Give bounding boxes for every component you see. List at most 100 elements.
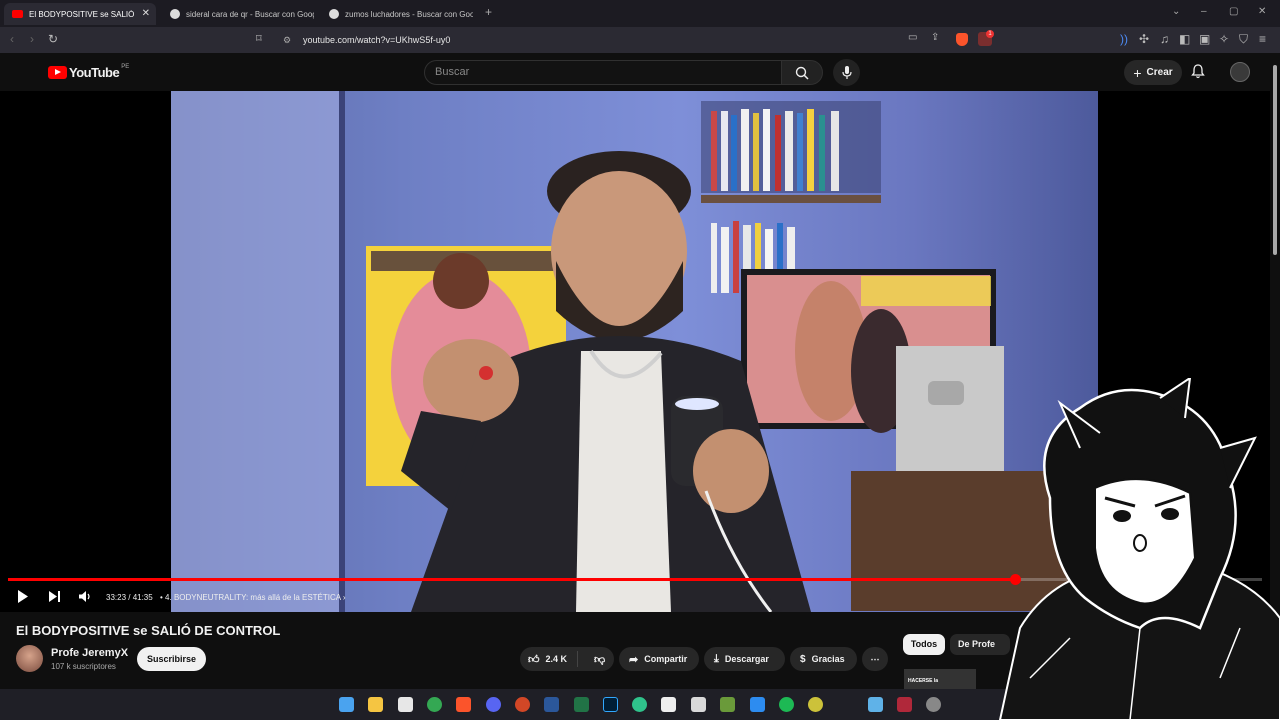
forward-icon[interactable]: › — [30, 32, 34, 46]
chrome-icon[interactable] — [427, 697, 442, 712]
create-button[interactable]: + Crear — [1124, 60, 1182, 85]
subscribe-button[interactable]: Suscribirse — [137, 647, 206, 671]
spotify-icon[interactable] — [779, 697, 794, 712]
anime-app-icon[interactable] — [897, 697, 912, 712]
edge-icon[interactable] — [632, 697, 647, 712]
search-button[interactable] — [781, 60, 823, 85]
more-actions-button[interactable]: ⋯ — [862, 647, 888, 671]
share-page-icon[interactable]: ⇪ — [931, 32, 939, 43]
account-avatar[interactable] — [1230, 62, 1250, 82]
capcut-icon[interactable] — [661, 697, 676, 712]
tab-google-search-2[interactable]: zumos luchadores - Buscar con Google — [321, 3, 476, 25]
settings-icon[interactable] — [926, 697, 941, 712]
discord-icon[interactable] — [486, 697, 501, 712]
like-count: 2.4 K — [545, 654, 568, 664]
tab-title: El BODYPOSITIVE se SALIÓ DE CONTROL - Yo… — [29, 9, 137, 19]
close-tab-icon[interactable]: ✕ — [142, 8, 150, 19]
tab-list-chevron-icon[interactable]: ⌄ — [1172, 6, 1180, 17]
powerpoint-icon[interactable] — [515, 697, 530, 712]
vpn-icon[interactable]: ⛉ — [1239, 32, 1248, 47]
app-icon[interactable] — [691, 697, 706, 712]
tab-youtube[interactable]: El BODYPOSITIVE se SALIÓ DE CONTROL - Yo… — [4, 3, 156, 25]
play-icon[interactable] — [17, 590, 29, 603]
youtube-logo-text: YouTube — [69, 65, 120, 80]
brave-shield-icon[interactable] — [956, 33, 968, 46]
word-icon[interactable] — [544, 697, 559, 712]
scrollbar-thumb[interactable] — [1273, 65, 1277, 255]
channel-avatar[interactable] — [16, 645, 43, 672]
browser-tab-strip: El BODYPOSITIVE se SALIÓ DE CONTROL - Yo… — [0, 0, 1280, 27]
tab-title: zumos luchadores - Buscar con Google — [345, 9, 473, 19]
related-video-thumbnail[interactable]: HACERSE la — [904, 669, 976, 689]
new-tab-button[interactable]: + — [485, 5, 492, 19]
maximize-icon[interactable]: ▢ — [1229, 6, 1238, 17]
search-input[interactable]: Buscar — [424, 60, 782, 85]
chevron-right-icon: › — [342, 593, 346, 602]
create-label: Crear — [1146, 67, 1173, 78]
video-frame[interactable] — [171, 91, 1098, 612]
store-icon[interactable] — [398, 697, 413, 712]
notifications-bell-icon[interactable] — [1191, 64, 1205, 79]
plus-icon: + — [1133, 64, 1142, 81]
url-text: youtube.com/watch?v=UKhwS5f-uy0 — [303, 35, 451, 45]
download-button[interactable]: ⤓ Descargar — [704, 647, 785, 671]
dislike-button[interactable]: 👎︎ — [584, 653, 605, 666]
youtube-logo-icon — [48, 66, 67, 79]
channel-name[interactable]: Profe JeremyX — [51, 647, 128, 659]
youtube-logo[interactable]: YouTube PE — [48, 63, 130, 80]
excel-icon[interactable] — [574, 697, 589, 712]
streamer-avatar-overlay — [998, 378, 1280, 720]
thumbs-up-icon: 👍︎ — [528, 653, 540, 666]
xbox-icon[interactable] — [808, 697, 823, 712]
bookmark-icon[interactable]: ⌑ — [256, 32, 262, 45]
voice-search-button[interactable] — [833, 59, 860, 86]
country-code: PE — [121, 63, 130, 70]
close-window-icon[interactable]: ✕ — [1258, 6, 1266, 17]
file-explorer-icon[interactable] — [368, 697, 383, 712]
chip-all[interactable]: Todos — [903, 634, 945, 655]
volume-icon[interactable] — [78, 591, 92, 602]
notification-badge: 1 — [986, 30, 994, 38]
windows-start-icon[interactable] — [339, 697, 354, 712]
extensions-icon[interactable]: ✣ — [1139, 32, 1149, 46]
reload-icon[interactable]: ↻ — [48, 32, 58, 46]
back-icon[interactable]: ‹ — [10, 32, 14, 46]
share-button[interactable]: ➦ Compartir — [619, 647, 699, 671]
download-icon: ⤓ — [714, 652, 719, 665]
youtube-favicon-icon — [12, 10, 23, 18]
minimize-icon[interactable]: – — [1201, 6, 1207, 17]
wallet-icon[interactable]: ▣ — [1199, 32, 1210, 46]
translate-icon[interactable]: )) — [1120, 32, 1128, 46]
next-video-icon[interactable] — [48, 591, 61, 602]
thanks-button[interactable]: $ Gracias — [790, 647, 857, 671]
more-horizontal-icon: ⋯ — [870, 653, 880, 664]
photoshop-icon[interactable] — [603, 697, 618, 712]
search-placeholder: Buscar — [435, 66, 470, 78]
cast-icon[interactable]: ▭ — [908, 32, 917, 43]
microphone-icon — [841, 65, 852, 79]
download-label: Descargar — [724, 654, 769, 664]
like-dislike-group: 👍︎ 2.4 K 👎︎ — [520, 647, 614, 671]
google-favicon-icon — [329, 9, 339, 19]
like-button[interactable]: 👍︎ 2.4 K — [520, 651, 578, 667]
tab-title: sideral cara de qr - Buscar con Google — [186, 9, 314, 19]
site-settings-icon[interactable]: ⚙ — [283, 31, 291, 49]
thumbnail-text: HACERSE la — [908, 678, 939, 684]
brave-icon[interactable] — [456, 697, 471, 712]
share-arrow-icon: ➦ — [629, 653, 639, 666]
search-icon — [795, 66, 809, 80]
chapter-button[interactable]: • 4. BODYNEUTRALITY: más allá de la ESTÉ… — [160, 593, 346, 602]
app3-icon[interactable] — [750, 697, 765, 712]
minecraft-icon[interactable] — [720, 697, 735, 712]
leo-ai-icon[interactable]: ✧ — [1219, 32, 1229, 46]
youtube-header: YouTube PE Buscar + Crear — [0, 53, 1280, 91]
tab-google-search-1[interactable]: sideral cara de qr - Buscar con Google — [162, 3, 317, 25]
progress-played — [8, 578, 1015, 581]
notepad-icon[interactable] — [868, 697, 883, 712]
sidebar-icon[interactable]: ◧ — [1179, 32, 1190, 46]
thanks-label: Gracias — [811, 654, 845, 664]
subscriber-count: 107 k suscriptores — [51, 662, 116, 671]
menu-icon[interactable]: ≡ — [1259, 32, 1266, 46]
time-display: 33:23 / 41:35 — [106, 593, 153, 602]
media-icon[interactable]: ♫ — [1160, 32, 1169, 46]
